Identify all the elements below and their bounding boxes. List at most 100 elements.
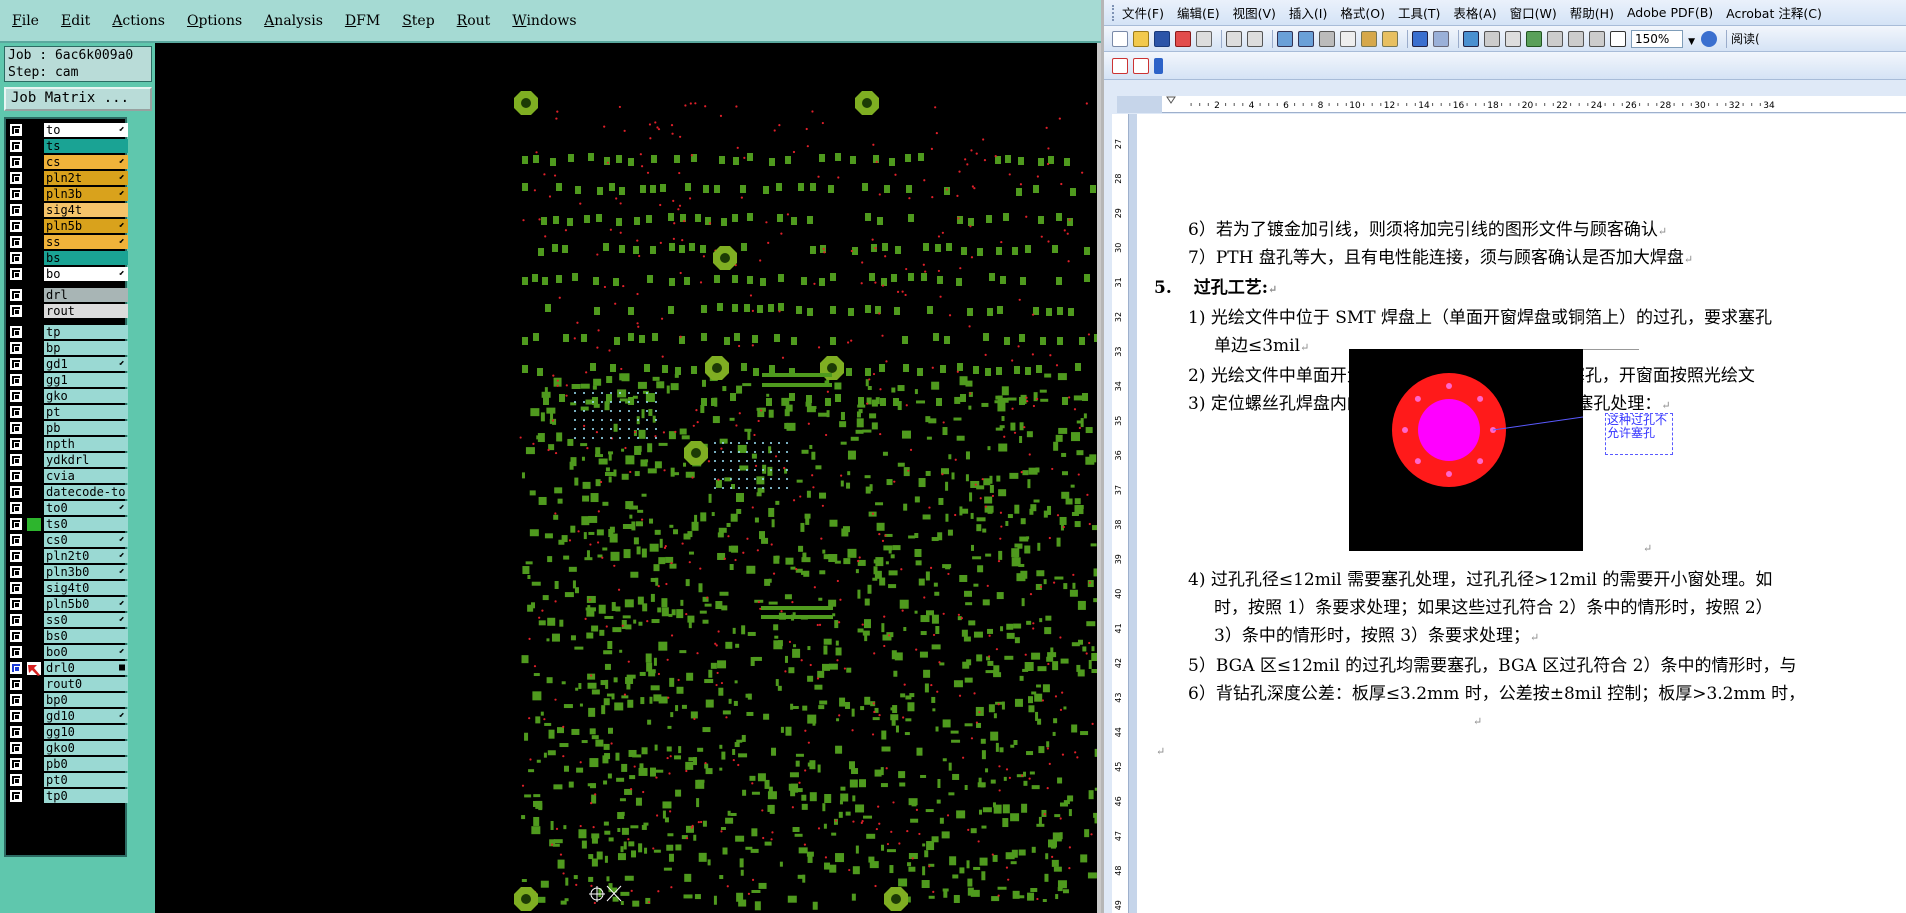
- hyperlink-icon[interactable]: [1463, 30, 1479, 47]
- layer-name[interactable]: cvia: [44, 469, 128, 483]
- layer-name[interactable]: pb0: [44, 757, 128, 771]
- layer-name[interactable]: to ⬋: [44, 123, 128, 137]
- layer-checkbox[interactable]: [10, 124, 22, 136]
- layer-name[interactable]: datecode-to: [44, 485, 128, 499]
- layer-row-gg10[interactable]: gg10: [6, 724, 128, 740]
- layer-name[interactable]: pln5b0 ⬋: [44, 597, 128, 611]
- layer-row-ss0[interactable]: ss0 ⬋: [6, 612, 128, 628]
- layer-name[interactable]: tp0: [44, 789, 128, 803]
- document-map-icon[interactable]: [1589, 30, 1605, 47]
- cam-menu-step[interactable]: Step: [402, 13, 434, 29]
- layer-row-cvia[interactable]: cvia: [6, 468, 128, 484]
- layer-checkbox[interactable]: [10, 630, 22, 642]
- layer-checkbox[interactable]: [10, 678, 22, 690]
- toolbar-options-icon[interactable]: [1154, 57, 1163, 74]
- layer-checkbox[interactable]: [10, 694, 22, 706]
- cam-menu-file[interactable]: File: [12, 13, 39, 29]
- layer-row-pb[interactable]: pb: [6, 420, 128, 436]
- layer-name[interactable]: rout0: [44, 677, 128, 691]
- cam-menu-options[interactable]: Options: [187, 13, 242, 29]
- layer-name[interactable]: drl0 ■: [44, 661, 128, 675]
- layer-name[interactable]: gg10: [44, 725, 128, 739]
- layer-row-pln2t[interactable]: pln2t ⬋: [6, 170, 128, 186]
- layer-name[interactable]: bs: [44, 251, 128, 265]
- layer-row-sig4t[interactable]: sig4t: [6, 202, 128, 218]
- zoom-select[interactable]: 150% ▼: [1631, 29, 1695, 48]
- layer-row-cs0[interactable]: cs0 ⬋: [6, 532, 128, 548]
- save-icon[interactable]: [1154, 30, 1170, 47]
- layer-name[interactable]: gg1: [44, 373, 128, 387]
- layer-name[interactable]: ts0: [44, 517, 128, 531]
- word-menu-item-4[interactable]: 格式(O): [1340, 3, 1385, 22]
- layer-name[interactable]: rout: [44, 304, 128, 318]
- layer-name[interactable]: gko0: [44, 741, 128, 755]
- layer-checkbox[interactable]: [10, 358, 22, 370]
- first-line-indent-marker[interactable]: [1166, 96, 1176, 104]
- layer-checkbox[interactable]: [10, 406, 22, 418]
- layer-row-pln5b[interactable]: pln5b ⬋: [6, 218, 128, 234]
- layer-name[interactable]: ss0 ⬋: [44, 613, 128, 627]
- layer-checkbox[interactable]: [10, 268, 22, 280]
- layer-checkbox[interactable]: [10, 305, 22, 317]
- layer-name[interactable]: pt: [44, 405, 128, 419]
- research-icon[interactable]: [1277, 30, 1293, 47]
- layer-row-pln3b[interactable]: pln3b ⬋: [6, 186, 128, 202]
- word-menu-item-9[interactable]: Adobe PDF(B): [1627, 5, 1713, 20]
- layer-checkbox[interactable]: [10, 156, 22, 168]
- layer-name[interactable]: bp: [44, 341, 128, 355]
- layer-name[interactable]: to0 ⬋: [44, 501, 128, 515]
- layer-name[interactable]: sig4t0: [44, 581, 128, 595]
- word-menu-item-3[interactable]: 插入(I): [1289, 3, 1327, 22]
- insert-table-icon[interactable]: [1505, 30, 1521, 47]
- redo-icon[interactable]: [1433, 30, 1449, 47]
- format-painter-icon[interactable]: [1382, 30, 1398, 47]
- layer-row-pln2t0[interactable]: pln2t0 ⬋: [6, 548, 128, 564]
- layer-checkbox[interactable]: [10, 550, 22, 562]
- layer-name[interactable]: pb: [44, 421, 128, 435]
- insert-excel-icon[interactable]: [1526, 30, 1542, 47]
- pcb-graphics-canvas[interactable]: [155, 43, 1101, 913]
- layer-checkbox[interactable]: [10, 252, 22, 264]
- layer-row-tp[interactable]: tp: [6, 324, 128, 340]
- layer-name[interactable]: pln2t ⬋: [44, 171, 128, 185]
- paste-icon[interactable]: [1361, 30, 1377, 47]
- layer-row-gko[interactable]: gko: [6, 388, 128, 404]
- layer-row-drl[interactable]: drl: [6, 287, 128, 303]
- layer-checkbox[interactable]: [10, 204, 22, 216]
- translate-icon[interactable]: [1298, 30, 1314, 47]
- read-mode-button[interactable]: 阅读(: [1731, 30, 1760, 47]
- layer-checkbox[interactable]: [10, 534, 22, 546]
- layer-checkbox[interactable]: [10, 289, 22, 301]
- layer-row-bp0[interactable]: bp0: [6, 692, 128, 708]
- layer-row-ts[interactable]: ts: [6, 138, 128, 154]
- cam-menu-edit[interactable]: Edit: [61, 13, 90, 29]
- layer-row-ydkdrl[interactable]: ydkdrl: [6, 452, 128, 468]
- layer-row-npth[interactable]: npth: [6, 436, 128, 452]
- word-menu-item-1[interactable]: 编辑(E): [1177, 3, 1220, 22]
- layer-row-pb0[interactable]: pb0: [6, 756, 128, 772]
- layer-row-gd1[interactable]: gd1 ⬋: [6, 356, 128, 372]
- job-matrix-button[interactable]: Job Matrix ...: [4, 87, 152, 111]
- layer-row-datecode-to[interactable]: datecode-to: [6, 484, 128, 500]
- layer-row-pt[interactable]: pt: [6, 404, 128, 420]
- layer-name[interactable]: sig4t: [44, 203, 128, 217]
- layer-name[interactable]: bo0 ⬋: [44, 645, 128, 659]
- layer-name[interactable]: pln5b ⬋: [44, 219, 128, 233]
- layer-row-bs[interactable]: bs: [6, 250, 128, 266]
- layer-checkbox[interactable]: [10, 470, 22, 482]
- layer-row-bo[interactable]: bo ⬋: [6, 266, 128, 282]
- layer-checkbox[interactable]: [10, 790, 22, 802]
- layer-checkbox[interactable]: [10, 598, 22, 610]
- layer-checkbox[interactable]: [10, 422, 22, 434]
- layer-checkbox[interactable]: [10, 742, 22, 754]
- layer-checkbox[interactable]: [10, 140, 22, 152]
- show-hide-icon[interactable]: [1610, 30, 1626, 47]
- layer-checkbox[interactable]: [10, 646, 22, 658]
- layer-name[interactable]: bo ⬋: [44, 267, 128, 281]
- cam-menu-windows[interactable]: Windows: [512, 13, 576, 29]
- layer-row-gd10[interactable]: gd10 ⬋: [6, 708, 128, 724]
- layer-name[interactable]: bs0: [44, 629, 128, 643]
- help-icon[interactable]: [1701, 30, 1717, 47]
- layer-row-tp0[interactable]: tp0: [6, 788, 128, 804]
- word-menu-item-2[interactable]: 视图(V): [1233, 3, 1276, 22]
